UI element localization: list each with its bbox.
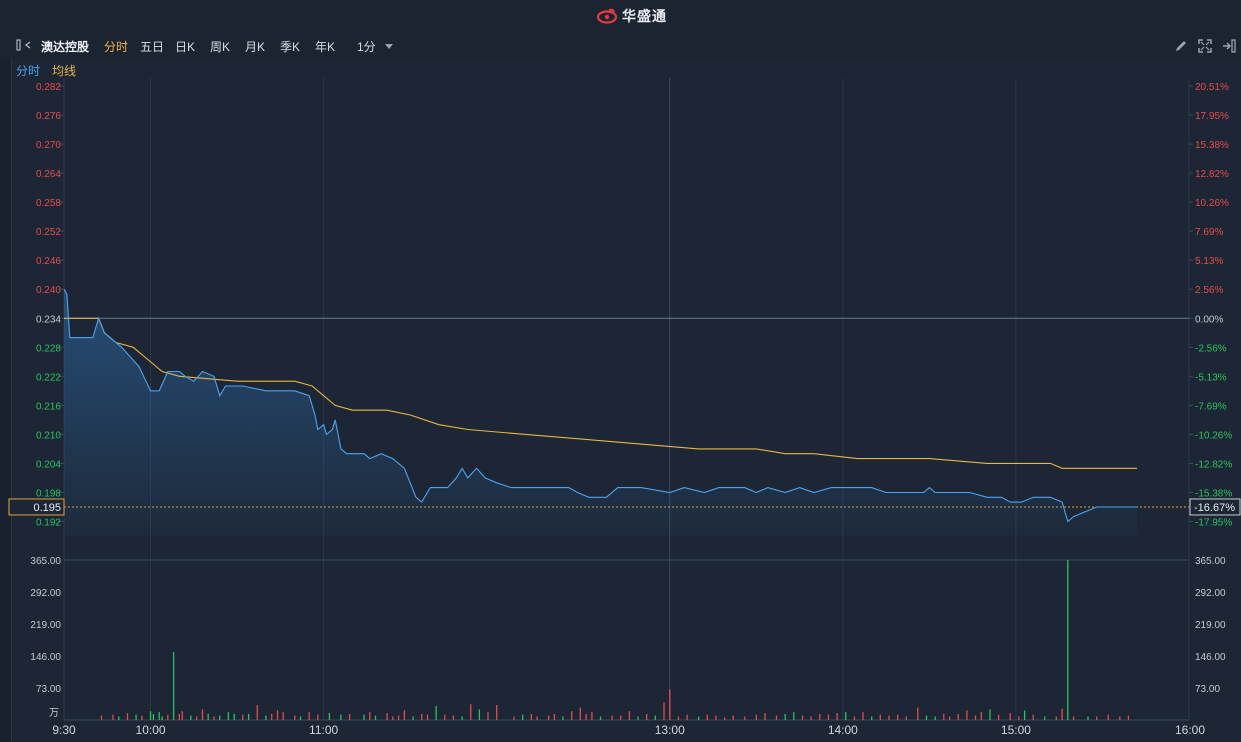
- pct-tick-label: 2.56%: [1195, 285, 1223, 296]
- volume-tick-label: 73.00: [36, 684, 61, 695]
- current-price-label: 0.195: [33, 502, 61, 514]
- price-tick-label: 0.228: [36, 343, 61, 354]
- pct-tick-label: 7.69%: [1195, 227, 1223, 238]
- pct-tick-label: 12.82%: [1195, 169, 1229, 180]
- pct-tick-label: 5.13%: [1195, 256, 1223, 267]
- huasheng-logo-icon: [596, 8, 618, 24]
- pct-tick-label: -7.69%: [1195, 401, 1227, 412]
- collapse-panel-icon[interactable]: [16, 39, 34, 51]
- time-tick-label: 16:00: [1175, 723, 1205, 737]
- tab-monthly-k[interactable]: 月K: [245, 38, 265, 55]
- pct-tick-label: 0.00%: [1195, 314, 1223, 325]
- pct-tick-label: -2.56%: [1195, 343, 1227, 354]
- volume-tick-label: 219.00: [30, 620, 61, 631]
- app-logo: 华盛通: [596, 7, 667, 25]
- price-tick-label: 0.276: [36, 111, 61, 122]
- pct-tick-label: -10.26%: [1195, 430, 1232, 441]
- app-title: 华盛通: [622, 8, 667, 24]
- tab-five-day[interactable]: 五日: [140, 38, 164, 55]
- price-tick-label: 0.210: [36, 430, 61, 441]
- interval-select[interactable]: 1分: [357, 38, 394, 55]
- time-tick-label: 11:00: [309, 723, 338, 737]
- title-bar: 华盛通: [0, 0, 1241, 32]
- legend-minute-price: 分时: [16, 64, 41, 78]
- time-tick-label: 15:00: [1001, 723, 1031, 737]
- legend-bar: 分时 均线: [0, 59, 1241, 79]
- tab-yearly-k[interactable]: 年K: [315, 38, 335, 55]
- pencil-icon[interactable]: [1174, 39, 1188, 53]
- current-pct-box: [1189, 498, 1241, 516]
- time-tick-label: 10:00: [136, 723, 166, 737]
- price-tick-label: 0.192: [36, 517, 61, 528]
- pct-tick-label: -15.38%: [1195, 488, 1232, 499]
- volume-tick-label-right: 73.00: [1195, 684, 1220, 695]
- price-tick-label: 0.216: [36, 401, 61, 412]
- price-tick-label: 0.270: [36, 140, 61, 151]
- legend-average-line: 均线: [52, 64, 77, 78]
- volume-unit-label: 万: [49, 708, 59, 719]
- left-side-strip: [0, 59, 12, 742]
- price-tick-label: 0.246: [36, 256, 61, 267]
- pct-tick-label: 10.26%: [1195, 198, 1229, 209]
- time-tick-label: 9:30: [52, 723, 76, 737]
- fullscreen-icon[interactable]: [1198, 39, 1212, 53]
- volume-tick-label: 365.00: [30, 556, 61, 567]
- volume-tick-label: 292.00: [30, 588, 61, 599]
- expand-panel-icon[interactable]: [1221, 39, 1237, 53]
- price-tick-label: 0.204: [36, 459, 61, 470]
- average-line: [64, 317, 1138, 469]
- time-tick-label: 14:00: [828, 723, 858, 737]
- chart-toolbar: 澳达控股 分时 五日 日K 周K 月K 季K 年K 1分: [0, 31, 1241, 60]
- volume-tick-label-right: 365.00: [1195, 556, 1226, 567]
- volume-tick-label: 146.00: [30, 652, 61, 663]
- tab-intraday[interactable]: 分时: [104, 38, 128, 55]
- price-tick-label: 0.258: [36, 198, 61, 209]
- price-area-fill: [64, 289, 1138, 536]
- tab-quarterly-k[interactable]: 季K: [280, 38, 300, 55]
- current-pct-label: -16.67%: [1194, 502, 1235, 514]
- time-tick-label: 13:00: [655, 723, 685, 737]
- price-tick-label: 0.222: [36, 372, 61, 383]
- intraday-chart: 0.282 20.51% 0.276 17.95% 0.270 15.38% 0.264 12…: [8, 78, 1241, 737]
- pct-tick-label: -17.95%: [1195, 517, 1232, 528]
- volume-tick-label-right: 146.00: [1195, 652, 1226, 663]
- interval-value: 1分: [357, 40, 376, 54]
- price-tick-label: 0.234: [36, 314, 61, 325]
- price-tick-label: 0.282: [36, 82, 61, 93]
- volume-tick-label-right: 219.00: [1195, 620, 1226, 631]
- pct-tick-label: 17.95%: [1195, 111, 1229, 122]
- pct-tick-label: 20.51%: [1195, 82, 1229, 93]
- price-tick-label: 0.252: [36, 227, 61, 238]
- current-price-box: [8, 498, 65, 516]
- price-tick-label: 0.198: [36, 488, 61, 499]
- pct-tick-label: -12.82%: [1195, 459, 1232, 470]
- stock-name[interactable]: 澳达控股: [41, 38, 89, 55]
- volume-tick-label-right: 292.00: [1195, 588, 1226, 599]
- pct-tick-label: -5.13%: [1195, 372, 1227, 383]
- chevron-down-icon: [385, 44, 394, 49]
- price-line: [63, 288, 1138, 523]
- pct-tick-label: 15.38%: [1195, 140, 1229, 151]
- tab-daily-k[interactable]: 日K: [175, 38, 195, 55]
- tab-weekly-k[interactable]: 周K: [210, 38, 230, 55]
- price-tick-label: 0.240: [36, 285, 61, 296]
- price-tick-label: 0.264: [36, 169, 61, 180]
